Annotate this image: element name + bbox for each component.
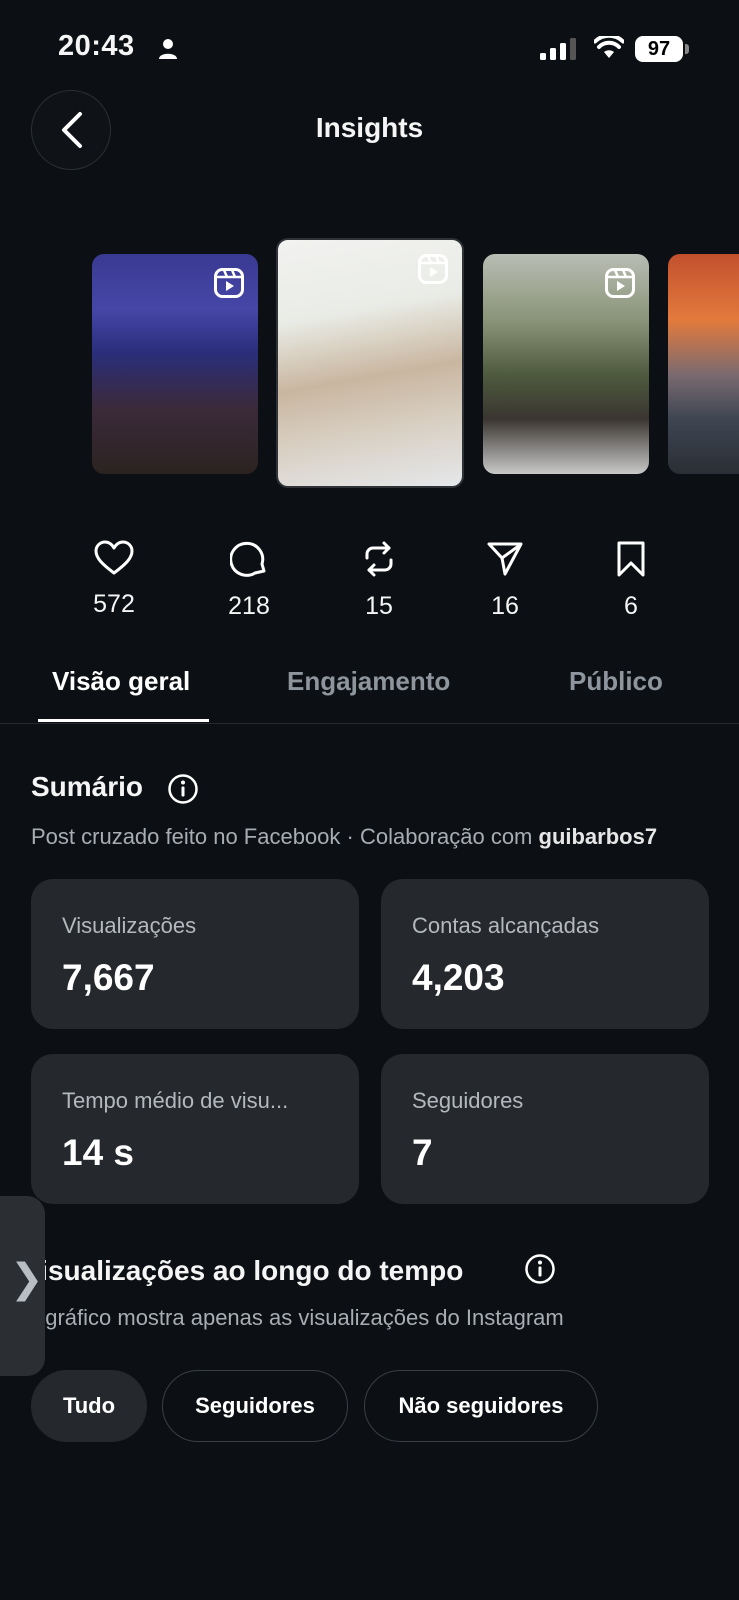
likes-count: 572 — [93, 590, 135, 618]
filter-all[interactable]: Tudo — [31, 1370, 147, 1442]
tab-engagement[interactable]: Engajamento — [287, 666, 450, 697]
info-icon[interactable] — [524, 1253, 556, 1285]
views-over-time-title: Visualizações ao longo do tempo — [22, 1255, 464, 1286]
battery-nub — [685, 44, 689, 54]
post-thumbnail-1[interactable] — [92, 254, 258, 474]
repost-icon — [365, 541, 393, 577]
signal-icon — [540, 38, 576, 60]
accounts-reached-label: Contas alcançadas — [412, 913, 600, 938]
tab-audience[interactable]: Público — [569, 666, 663, 697]
accounts-reached-value: 4,203 — [412, 957, 505, 998]
shares-count: 16 — [491, 592, 519, 620]
reel-icon — [605, 268, 635, 298]
views-value: 7,667 — [62, 957, 155, 998]
summary-title: Sumário — [31, 771, 144, 802]
followers-label: Seguidores — [412, 1088, 524, 1113]
reposts-count: 15 — [365, 592, 393, 620]
active-tab-indicator — [38, 719, 209, 722]
avg-watch-time-value: 14 s — [62, 1132, 135, 1173]
views-over-time-subtitle: O gráfico mostra apenas as visualizações… — [22, 1305, 564, 1330]
chevron-right-icon: ❯ — [10, 1257, 44, 1301]
post-thumbnail-4[interactable] — [668, 254, 739, 474]
page-title: Insights — [315, 112, 424, 143]
followers-card[interactable]: Seguidores 7 — [381, 1054, 709, 1204]
views-label: Visualizações — [62, 913, 197, 938]
send-icon — [487, 542, 523, 576]
summary-subtitle-text: Post cruzado feito no Facebook · Colabor… — [31, 824, 539, 849]
accounts-reached-card[interactable]: Contas alcançadas 4,203 — [381, 879, 709, 1029]
battery-icon: 97 — [635, 36, 683, 62]
saves-count: 6 — [624, 592, 638, 620]
followers-value: 7 — [412, 1132, 433, 1173]
filter-followers[interactable]: Seguidores — [162, 1370, 348, 1442]
reel-icon — [214, 268, 244, 298]
wifi-icon — [594, 36, 624, 58]
views-card[interactable]: Visualizações 7,667 — [31, 879, 359, 1029]
tab-divider — [0, 723, 739, 724]
collaborator-link[interactable]: guibarbos7 — [539, 824, 658, 849]
person-icon — [159, 39, 177, 59]
info-icon[interactable] — [167, 773, 199, 805]
post-thumbnail-2-selected[interactable] — [276, 238, 464, 488]
likes-stat: 572 — [64, 540, 164, 619]
comment-icon — [230, 541, 266, 577]
bookmark-icon — [617, 541, 645, 577]
reposts-stat: 15 — [329, 540, 429, 621]
tab-overview[interactable]: Visão geral — [52, 666, 190, 697]
post-thumbnail-3[interactable] — [483, 254, 649, 474]
status-time: 20:43 — [58, 30, 135, 62]
saves-stat: 6 — [581, 540, 681, 621]
filter-non-followers[interactable]: Não seguidores — [364, 1370, 598, 1442]
shares-stat: 16 — [455, 540, 555, 621]
side-panel-handle[interactable]: ❯ — [0, 1196, 45, 1376]
heart-icon — [94, 540, 134, 575]
comments-count: 218 — [228, 592, 270, 620]
summary-subtitle: Post cruzado feito no Facebook · Colabor… — [31, 824, 657, 850]
avg-watch-time-card[interactable]: Tempo médio de visu... 14 s — [31, 1054, 359, 1204]
reel-icon — [418, 254, 448, 284]
avg-watch-time-label: Tempo médio de visu... — [62, 1088, 289, 1113]
comments-stat: 218 — [199, 540, 299, 621]
